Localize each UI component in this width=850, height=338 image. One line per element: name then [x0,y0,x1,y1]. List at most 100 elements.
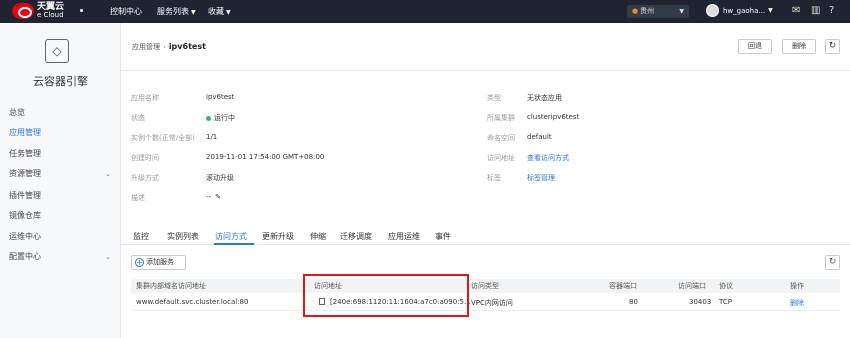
stats-icon[interactable]: ▥ [811,5,820,16]
logo[interactable]: 天翼云 e Cloud [12,3,64,19]
created-time-value: 2019-11-01 17:54:00 GMT+08:00 [206,153,325,161]
tab-instances[interactable]: 实例列表 [167,231,199,242]
mail-icon[interactable]: ✉ [792,5,800,16]
status-value: 运行中 [214,114,235,122]
breadcrumb-parent[interactable]: 应用管理 [132,43,160,51]
tab-scheduling[interactable]: 迁移调度 [340,231,372,242]
column-header: 访问类型 [471,282,499,290]
region-selector[interactable]: ● 贵州 ▼ [627,5,689,18]
sidebar-item-app-management[interactable]: 应用管理 [0,123,121,143]
tab-access[interactable]: 访问方式 [215,231,247,242]
description-value: -- [206,193,212,201]
description-field: -- ✎ [206,193,221,201]
info-label: 描述 [131,194,145,202]
username: hw_gaoha... [723,6,766,15]
info-label: 实例个数(正常/全部) [131,134,195,142]
info-label: 应用名称 [131,94,159,102]
column-header: 访问端口 [678,282,706,290]
label-management-link[interactable]: 标签管理 [527,173,555,183]
chevron-down-icon: ⌄ [105,170,111,178]
view-access-link[interactable]: 查看访问方式 [527,153,569,163]
protocol-cell: TCP [719,298,732,306]
avatar [706,4,719,17]
running-status-icon [206,115,211,121]
sidebar-item-resource-management[interactable]: 资源管理 ⌄ [0,164,121,184]
add-service-label: 添加服务 [146,258,174,266]
active-tab-indicator [214,243,254,245]
sidebar-item-task-management[interactable]: 任务管理 [0,144,121,164]
copy-icon[interactable] [319,298,325,305]
info-label: 创建时间 [131,154,159,162]
refresh-icon[interactable]: ↻ [825,39,840,54]
sidebar-item-ops-center[interactable]: 运维中心 [0,227,121,247]
help-icon[interactable]: ? [829,5,834,16]
favorites-menu-label: 收藏 [208,7,224,16]
logo-subtitle: e Cloud [37,11,64,19]
sidebar-item-plugin-management[interactable]: 插件管理 [0,186,121,206]
chevron-down-icon: ⌄ [105,253,111,261]
column-header: 集群内部域名访问地址 [136,282,206,290]
address-value: [240e:698:1120:11:1604:a7c0:a090:5... [330,298,471,306]
top-navbar: 天翼云 e Cloud 控制中心 服务列表 ▼ 收藏 ▼ ● 贵州 ▼ hw_gaoha… [0,0,850,23]
sidebar-item-image-repo[interactable]: 镜像仓库 [0,206,121,226]
tab-app-ops[interactable]: 应用运维 [388,231,420,242]
caret-down-icon: ▼ [679,8,684,15]
column-header: 协议 [719,282,733,290]
upgrade-method-value: 滚动升级 [206,174,234,182]
breadcrumb-separator-icon: › [163,43,166,51]
info-label: 访问地址 [487,154,515,162]
favorites-menu[interactable]: 收藏 ▼ [208,0,231,23]
column-header: 访问地址 [314,282,342,290]
app-type-value: 无状态应用 [527,94,562,102]
caret-down-icon: ▼ [191,9,196,16]
tab-monitor[interactable]: 监控 [133,231,149,242]
type-cell: VPC内网访问 [471,299,513,307]
info-label: 升级方式 [131,174,159,182]
breadcrumb: 应用管理 › ipv6test [132,42,206,52]
services-menu-label: 服务列表 [157,7,189,16]
info-label: 标签 [487,174,501,182]
address-cell: [240e:698:1120:11:1604:a7c0:a090:5... [319,298,471,306]
container-port-cell: 80 [629,298,638,306]
plus-icon: + [135,258,144,267]
refresh-icon[interactable]: ↻ [825,255,840,270]
column-header: 操作 [790,282,804,290]
add-service-button[interactable]: + 添加服务 [131,255,186,270]
tab-events[interactable]: 事件 [435,231,451,242]
info-label: 状态 [131,114,145,122]
info-label: 类型 [487,94,501,102]
table-row: www.default.svc.cluster.local:80 [240e:6… [131,295,840,311]
tab-upgrade[interactable]: 更新升级 [262,231,294,242]
sidebar-item-label: 资源管理 [9,169,41,178]
column-header: 容器端口 [609,282,637,290]
info-label: 命名空间 [487,134,515,142]
instance-count-value: 1/1 [206,133,218,141]
access-port-cell: 30403 [689,298,712,306]
page-header: 应用管理 › ipv6test 回退 删除 ↻ [121,23,850,71]
sidebar-item-config-center[interactable]: 配置中心 ⌄ [0,247,121,267]
console-link[interactable]: 控制中心 [110,0,142,23]
separator-dot [80,9,83,12]
cluster-value: clusteripv6test [527,113,580,121]
rollback-button[interactable]: 回退 [738,39,772,54]
location-pin-icon: ● [632,7,639,15]
page-title: ipv6test [168,42,206,51]
logo-name: 天翼云 [37,2,65,12]
status-badge: 运行中 [206,113,235,123]
namespace-value: default [527,133,552,141]
tab-scaling[interactable]: 伸缩 [310,231,326,242]
cloud-logo-icon [12,3,34,19]
info-label: 所属集群 [487,114,515,122]
container-engine-icon: ◇ [45,39,69,63]
domain-cell: www.default.svc.cluster.local:80 [136,298,249,306]
services-menu[interactable]: 服务列表 ▼ [157,0,196,23]
delete-service-link[interactable]: 删除 [790,298,804,308]
caret-down-icon: ▼ [768,7,773,14]
edit-pencil-icon[interactable]: ✎ [215,193,221,201]
main-content: 应用管理 › ipv6test 回退 删除 ↻ 应用名称 ipv6test 状态 运… [121,23,850,338]
sidebar: ◇ 云容器引擎 总览 应用管理 任务管理 资源管理 ⌄ 插件管理 镜像仓库 运维中… [0,23,121,338]
sidebar-item-overview[interactable]: 总览 [0,103,121,123]
user-menu[interactable]: hw_gaoha... ▼ [706,4,773,17]
delete-button[interactable]: 删除 [782,39,816,54]
caret-down-icon: ▼ [226,9,231,16]
